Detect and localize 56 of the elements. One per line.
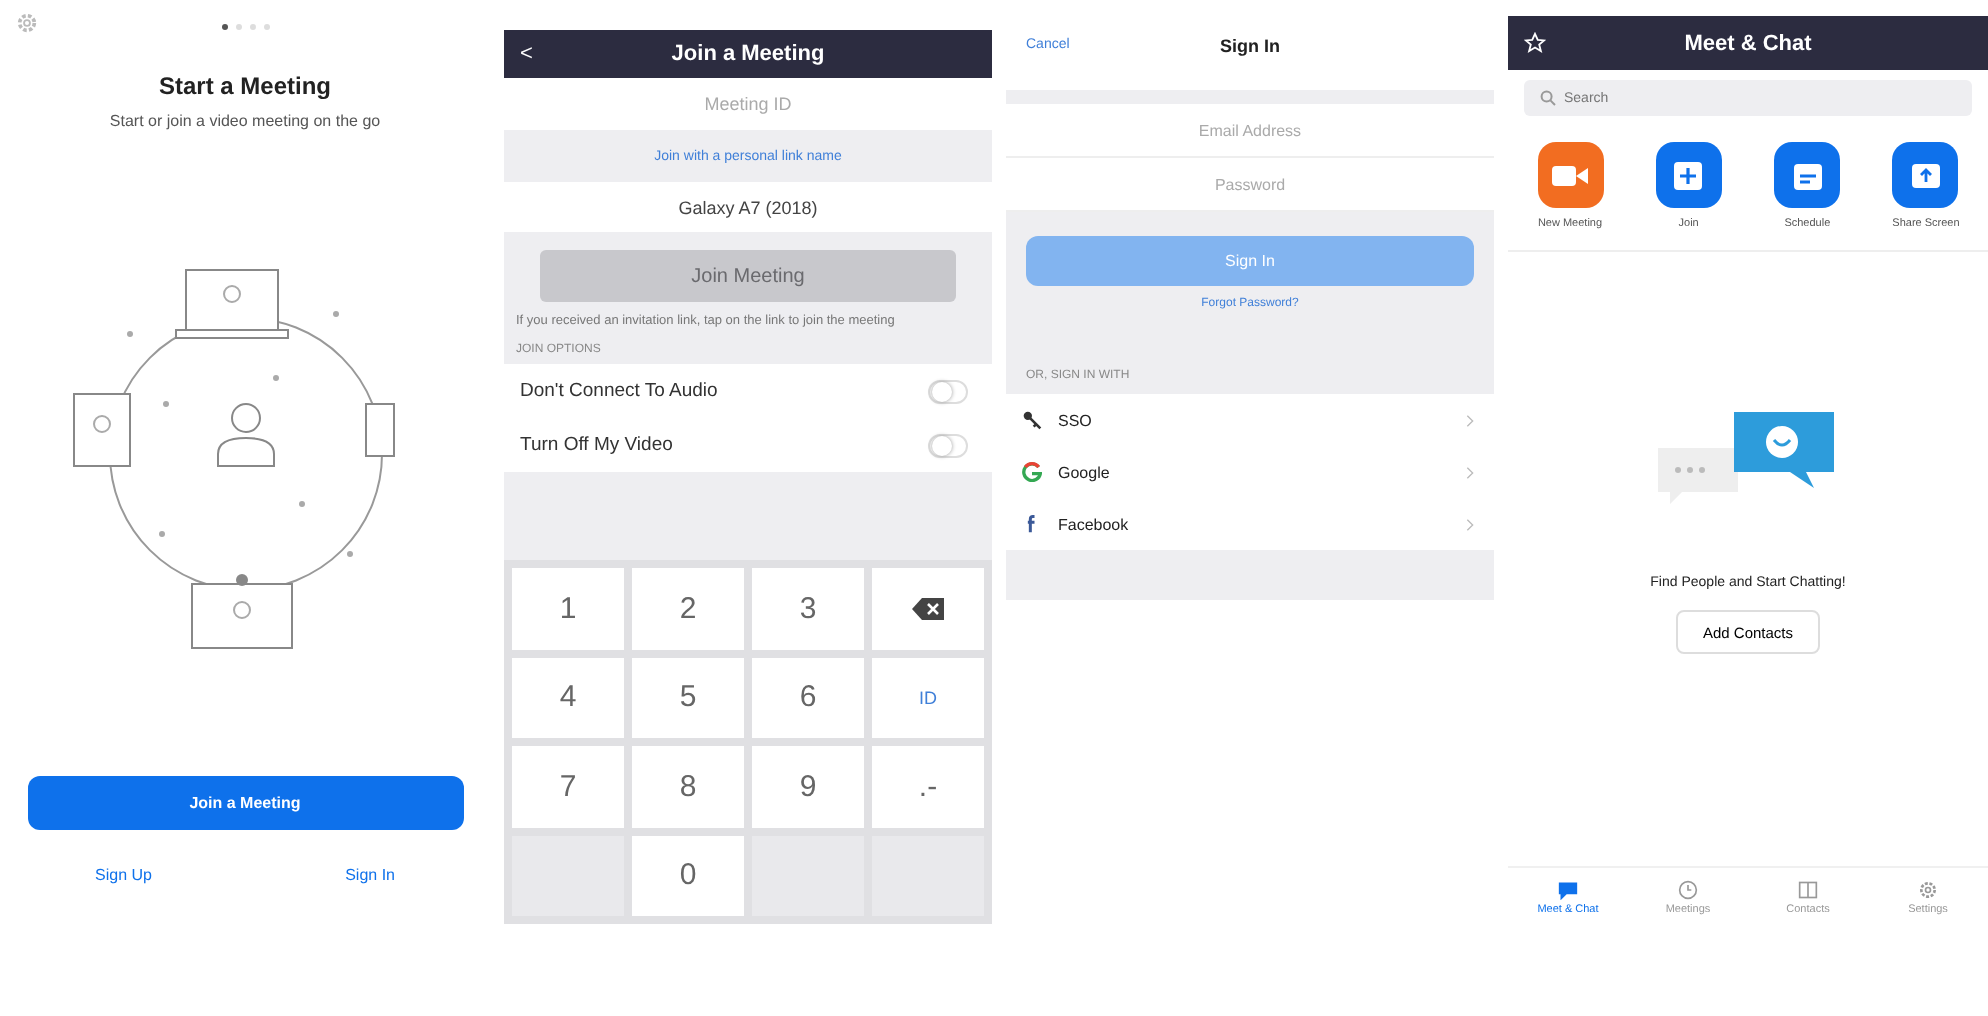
plus-icon [1674,161,1703,189]
sign-in-option[interactable]: SSO [1006,394,1494,446]
sign-in-link[interactable]: Sign In [345,866,395,884]
key-icon [1022,410,1042,430]
keypad-key[interactable]: 2 [632,568,744,650]
password-field[interactable]: Password [1006,158,1494,212]
chevron-icon [1466,517,1474,531]
device-name: Galaxy A7 (2018) [676,195,820,222]
option-label: Turn Off My Video [520,434,673,457]
keypad-key[interactable]: 5 [632,657,744,739]
keypad-key[interactable]: ID [872,657,984,739]
option-label: Don't Connect To Audio [520,380,718,403]
keypad-key[interactable]: 0 [632,835,744,916]
keypad-key[interactable]: 4 [512,657,624,739]
sign-in-option[interactable]: Google [1006,446,1494,498]
calendar-icon [1793,161,1822,189]
join-meeting-button[interactable]: Join a Meeting [27,776,463,830]
toggle-switch[interactable] [928,379,968,404]
backspace-key[interactable] [872,568,984,650]
page-dot[interactable] [221,24,227,30]
google-icon [1022,462,1042,482]
page-dot[interactable] [235,24,241,30]
keypad-key[interactable]: 8 [632,746,744,828]
share-screen-button[interactable] [1892,142,1959,208]
screen-title: Meet & Chat [1684,31,1812,55]
star-icon[interactable] [1524,32,1546,54]
keypad-key[interactable]: .- [872,746,984,828]
contact-card-icon [1798,880,1818,900]
sign-in-option[interactable]: Facebook [1006,498,1494,550]
keypad-key[interactable]: 1 [512,568,624,650]
clock-icon [1678,880,1698,900]
page-dot[interactable] [249,24,255,30]
keypad-key[interactable]: 6 [752,657,864,739]
screen-title: Join a Meeting [671,42,825,66]
screen-title: Sign In [1220,35,1280,55]
screen-title: Start a Meeting [158,72,331,100]
new-meeting-button[interactable] [1537,142,1603,208]
toggle-switch[interactable] [928,433,968,458]
video-camera-icon [1552,163,1588,187]
chevron-icon [1466,465,1474,479]
email-field[interactable]: Email Address [1006,104,1494,158]
settings-icon [1918,880,1938,900]
sign-up-link[interactable]: Sign Up [95,866,152,884]
keypad-key[interactable]: 7 [512,746,624,828]
back-button[interactable]: < [520,42,533,66]
page-dot[interactable] [263,24,269,30]
chevron-icon [1466,413,1474,427]
search-icon [1540,90,1556,106]
backspace-icon [912,597,944,620]
screen-subtitle: Start or join a video meeting on the go [109,112,381,130]
join-button[interactable] [1655,142,1722,208]
keypad-key[interactable]: 3 [752,568,864,650]
settings-icon[interactable] [16,11,38,33]
schedule-button[interactable] [1774,142,1841,208]
keypad-key[interactable]: 9 [752,746,864,828]
chat-bubble-icon [1558,880,1578,900]
